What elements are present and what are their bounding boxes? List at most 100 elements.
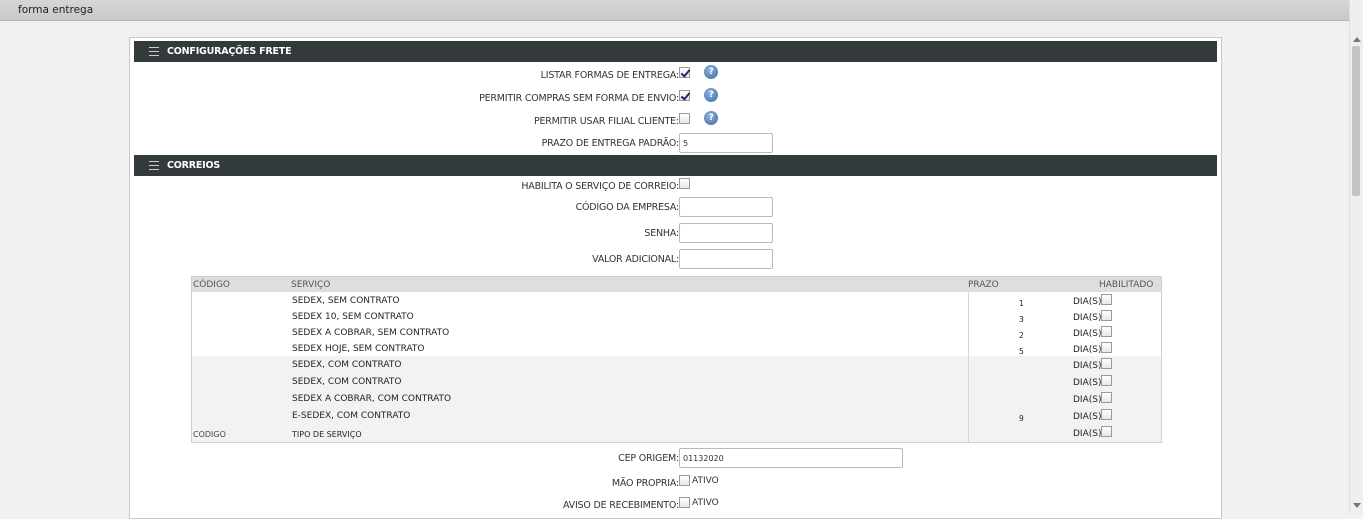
row-listar-formas: LISTAR FORMAS DE ENTREGA: ? [130, 65, 1221, 85]
row-service: SEDEX, COM CONTRATO [292, 377, 402, 387]
mao-propria-checkbox[interactable] [679, 475, 690, 486]
table-row: SEDEX A COBRAR, COM CONTRATO DIA(S) [192, 392, 1161, 408]
window-titlebar: forma entrega [0, 0, 1350, 21]
header-servico: SERVIÇO [291, 280, 331, 290]
row-enabled-checkbox[interactable] [1101, 294, 1112, 305]
row-code: CODIGO [193, 430, 226, 439]
ativo-label: ATIVO [692, 476, 719, 486]
row-enabled-checkbox[interactable] [1101, 375, 1112, 386]
table-row: SEDEX, SEM CONTRATO 1 DIA(S) [192, 294, 1161, 310]
field-label: MÃO PROPRIA: [611, 478, 679, 489]
section-title: CORREIOS [167, 160, 221, 171]
section-title: CONFIGURAÇÕES FRETE [167, 46, 292, 57]
row-dias: DIA(S) [1073, 412, 1102, 422]
row-dias: DIA(S) [1073, 345, 1102, 355]
row-service: SEDEX, COM CONTRATO [292, 360, 402, 370]
row-service: E-SEDEX, COM CONTRATO [292, 411, 411, 421]
help-icon[interactable]: ? [704, 111, 719, 125]
table-row: CODIGO TIPO DE SERVIÇO DIA(S) [192, 426, 1161, 442]
menu-icon [149, 161, 159, 170]
row-dias: DIA(S) [1073, 429, 1102, 439]
field-label: PERMITIR USAR FILIAL CLIENTE: [533, 116, 679, 127]
field-label: PRAZO DE ENTREGA PADRÃO: [541, 138, 680, 149]
services-table: CÓDIGO SERVIÇO PRAZO HABILITADO SEDEX, S… [191, 276, 1162, 443]
row-prazo: 5 [1019, 347, 1024, 356]
row-dias: DIA(S) [1073, 329, 1102, 339]
table-row: SEDEX, COM CONTRATO DIA(S) [192, 375, 1161, 391]
field-label: CEP ORIGEM: [618, 453, 679, 464]
table-row: E-SEDEX, COM CONTRATO 9 DIA(S) [192, 409, 1161, 425]
row-enabled-checkbox[interactable] [1101, 326, 1112, 337]
valor-adicional-input[interactable] [679, 249, 773, 269]
row-valor-adicional: VALOR ADICIONAL: [130, 249, 1221, 269]
ativo-label: ATIVO [692, 498, 719, 508]
aviso-recebimento-checkbox[interactable] [679, 497, 690, 508]
vertical-scrollbar[interactable] [1349, 0, 1363, 513]
row-cep-origem: CEP ORIGEM: [130, 448, 1221, 468]
habilita-correio-checkbox[interactable] [679, 178, 690, 189]
field-label: LISTAR FORMAS DE ENTREGA: [540, 70, 680, 81]
scroll-up-icon[interactable] [1353, 37, 1361, 42]
menu-icon [149, 47, 159, 56]
row-enabled-checkbox[interactable] [1101, 310, 1112, 321]
row-dias: DIA(S) [1073, 395, 1102, 405]
row-service: SEDEX A COBRAR, SEM CONTRATO [292, 328, 450, 338]
row-prazo: 9 [1019, 414, 1024, 423]
row-prazo: 3 [1019, 315, 1024, 324]
row-enabled-checkbox[interactable] [1101, 392, 1112, 403]
cep-origem-input[interactable] [679, 448, 903, 468]
row-aviso-recebimento: AVISO DE RECEBIMENTO: ATIVO [130, 497, 1221, 515]
field-label: HABILITA O SERVIÇO DE CORREIO: [521, 181, 679, 192]
help-icon[interactable]: ? [704, 65, 719, 79]
row-dias: DIA(S) [1073, 361, 1102, 371]
section-header-frete[interactable]: CONFIGURAÇÕES FRETE [134, 41, 1217, 62]
row-enabled-checkbox[interactable] [1101, 409, 1112, 420]
header-habilitado: HABILITADO [1099, 280, 1154, 290]
row-senha: SENHA: [130, 223, 1221, 243]
field-label: SENHA: [644, 228, 679, 239]
help-icon[interactable]: ? [704, 88, 719, 102]
settings-panel: CONFIGURAÇÕES FRETE LISTAR FORMAS DE ENT… [129, 37, 1222, 519]
header-prazo: PRAZO [968, 280, 999, 290]
row-service: TIPO DE SERVIÇO [292, 430, 362, 439]
permitir-compras-checkbox[interactable] [679, 90, 690, 101]
row-permitir-filial: PERMITIR USAR FILIAL CLIENTE: ? [130, 111, 1221, 131]
row-service: SEDEX, SEM CONTRATO [292, 296, 400, 306]
scroll-down-icon[interactable] [1353, 503, 1361, 508]
row-prazo: 2 [1019, 331, 1024, 340]
row-permitir-compras: PERMITIR COMPRAS SEM FORMA DE ENVIO: ? [130, 88, 1221, 108]
row-habilita-correio: HABILITA O SERVIÇO DE CORREIO: [130, 178, 1221, 196]
row-enabled-checkbox[interactable] [1101, 358, 1112, 369]
field-label: AVISO DE RECEBIMENTO: [562, 500, 679, 511]
listar-formas-checkbox[interactable] [679, 67, 690, 78]
row-prazo-entrega: PRAZO DE ENTREGA PADRÃO: [130, 133, 1221, 153]
section-header-correios[interactable]: CORREIOS [134, 155, 1217, 176]
table-row: SEDEX, COM CONTRATO DIA(S) [192, 358, 1161, 374]
table-header: CÓDIGO SERVIÇO PRAZO HABILITADO [192, 277, 1161, 292]
row-prazo: 1 [1019, 299, 1024, 308]
row-codigo-empresa: CÓDIGO DA EMPRESA: [130, 197, 1221, 217]
row-service: SEDEX HOJE, SEM CONTRATO [292, 344, 425, 354]
row-service: SEDEX 10, SEM CONTRATO [292, 312, 414, 322]
top-gap [0, 21, 1350, 36]
window-title: forma entrega [18, 4, 94, 16]
field-label: CÓDIGO DA EMPRESA: [575, 202, 680, 213]
field-label: PERMITIR COMPRAS SEM FORMA DE ENVIO: [479, 93, 679, 104]
row-enabled-checkbox[interactable] [1101, 342, 1112, 353]
scroll-thumb[interactable] [1352, 46, 1360, 196]
row-service: SEDEX A COBRAR, COM CONTRATO [292, 394, 452, 404]
field-label: VALOR ADICIONAL: [592, 254, 679, 265]
row-dias: DIA(S) [1073, 313, 1102, 323]
table-row: SEDEX 10, SEM CONTRATO 3 DIA(S) [192, 310, 1161, 326]
row-mao-propria: MÃO PROPRIA: ATIVO [130, 475, 1221, 493]
row-dias: DIA(S) [1073, 378, 1102, 388]
permitir-filial-checkbox[interactable] [679, 113, 690, 124]
senha-input[interactable] [679, 223, 773, 243]
codigo-empresa-input[interactable] [679, 197, 773, 217]
row-enabled-checkbox[interactable] [1101, 426, 1112, 437]
prazo-entrega-input[interactable] [679, 133, 773, 153]
table-row: SEDEX HOJE, SEM CONTRATO 5 DIA(S) [192, 342, 1161, 358]
row-dias: DIA(S) [1073, 297, 1102, 307]
table-row: SEDEX A COBRAR, SEM CONTRATO 2 DIA(S) [192, 326, 1161, 342]
header-codigo: CÓDIGO [193, 280, 231, 290]
